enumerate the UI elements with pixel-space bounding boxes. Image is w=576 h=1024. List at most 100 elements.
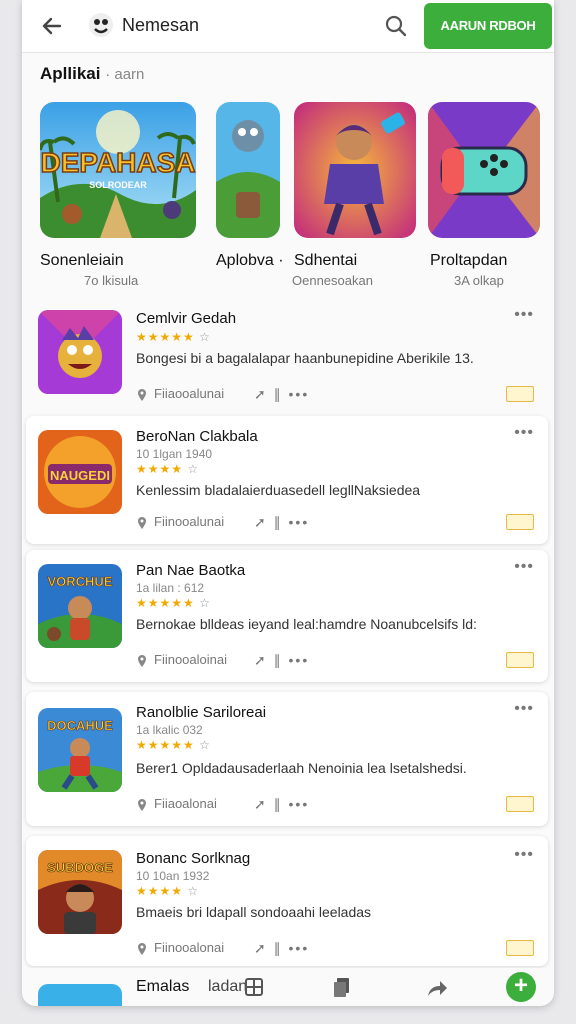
app-logo-icon	[89, 13, 113, 37]
list-item-4-art-text: DOCAHUE	[47, 718, 113, 733]
list-item-2-art-text: NAUGEDI	[50, 468, 110, 483]
list-item-1[interactable]: Cemlvir Gedah ★★★★★ ☆ Bongesi bi a bagal…	[26, 300, 548, 412]
list-item-3-location: Fiinooaloinai	[154, 652, 227, 667]
rating-empty-star-icon: ☆	[199, 330, 211, 344]
tag-badge-icon	[506, 386, 534, 402]
list-item-4-rating: ★★★★★ ☆	[136, 738, 211, 752]
rating-empty-star-icon: ☆	[199, 596, 211, 610]
featured-art-1-title: DEPAHASA	[40, 147, 195, 178]
location-pin-icon	[138, 389, 146, 401]
share-tab-icon[interactable]	[426, 978, 448, 998]
list-item-4-description: Berer1 Opldadausaderlaah Nenoinia lea ls…	[136, 760, 467, 776]
phone-screen: Nemesan AARUN RDBOH Apllikai · aarn DEPA…	[22, 0, 554, 1006]
list-item-5-location: Fiinooalonai	[154, 940, 225, 955]
list-item-2-title: BeroNan Clakbala	[136, 428, 258, 445]
location-pin-icon	[138, 655, 146, 667]
featured-sub-1: 7o lkisula	[84, 273, 139, 288]
list-item-5[interactable]: SUBDOGE Bonanc Sorlknag 10 10an 1932 ★★★…	[26, 836, 548, 966]
more-options-icon[interactable]: •••	[514, 306, 534, 324]
featured-art-2	[216, 102, 280, 238]
rating-empty-star-icon: ☆	[187, 462, 200, 476]
list-item-1-thumbnail	[38, 310, 122, 394]
share-actions-icon[interactable]: ➚ ∥ •••	[254, 796, 309, 813]
tag-badge-icon	[506, 796, 534, 812]
list-item-5-title: Bonanc Sorlknag	[136, 850, 251, 867]
featured-art-1-subtitle: SOLRODEAR	[89, 180, 147, 190]
partial-thumbnail	[38, 984, 122, 1006]
search-icon[interactable]	[384, 14, 408, 38]
featured-label-1: Sonenleiain	[40, 252, 124, 269]
list-item-5-art-text: SUBDOGE	[47, 860, 113, 875]
featured-sub-4: 3A olkap	[454, 273, 504, 288]
rating-stars: ★★★★	[136, 884, 184, 898]
share-actions-icon[interactable]: ➚ ∥ •••	[254, 940, 309, 957]
list-item-4[interactable]: DOCAHUE Ranolblie Sariloreai 1a lkalic 0…	[26, 692, 548, 826]
rating-stars: ★★★★	[136, 462, 184, 476]
list-item-1-rating: ★★★★★ ☆	[136, 330, 211, 344]
add-fab-button[interactable]: +	[506, 972, 536, 1002]
featured-label-4: Proltapdan	[430, 252, 508, 269]
list-item-2-thumbnail: NAUGEDI	[38, 430, 122, 514]
more-options-icon[interactable]: •••	[514, 424, 534, 442]
list-item-1-description: Bongesi bi a bagalalapar haanbunepidine …	[136, 350, 474, 366]
list-item-3-subtitle: 1a lilan : 612	[136, 581, 205, 595]
featured-tile-3[interactable]	[294, 102, 416, 238]
tag-badge-icon	[506, 940, 534, 956]
bottom-bar: Emalas ladan +	[22, 968, 554, 1006]
featured-art-3	[294, 102, 416, 238]
rating-stars: ★★★★★	[136, 738, 195, 752]
list-item-5-description: Bmaeis bri ldapall sondoaahi leeladas	[136, 904, 372, 920]
list-item-4-title: Ranolblie Sariloreai	[136, 704, 267, 721]
featured-sub-3: Oennesoakan	[292, 273, 373, 288]
header-action-button[interactable]: AARUN RDBOH	[424, 3, 552, 49]
location-pin-icon	[138, 943, 146, 955]
share-actions-icon[interactable]: ➚ ∥ •••	[254, 514, 309, 531]
copy-tab-icon[interactable]	[332, 976, 352, 998]
rating-stars: ★★★★★	[136, 330, 195, 344]
bottom-tab-label[interactable]: ladan	[208, 978, 247, 996]
featured-tile-2[interactable]	[216, 102, 280, 238]
location-pin-icon	[138, 517, 146, 529]
grid-tab-icon[interactable]	[244, 976, 264, 998]
list-item-3-rating: ★★★★★ ☆	[136, 596, 211, 610]
featured-art-4	[428, 102, 540, 238]
section-subtitle: · aarn	[105, 66, 145, 83]
featured-tile-1[interactable]: DEPAHASA SOLRODEAR	[40, 102, 196, 238]
section-title-text: Apllikai	[40, 64, 101, 83]
tag-badge-icon	[506, 652, 534, 668]
rating-stars: ★★★★★	[136, 596, 195, 610]
app-title: Nemesan	[122, 15, 200, 35]
more-options-icon[interactable]: •••	[514, 700, 534, 718]
app-bar: Nemesan AARUN RDBOH	[22, 0, 554, 53]
list-item-3-description: Bernokae blldeas ieyand leal:hamdre Noan…	[136, 616, 477, 632]
list-item-3-title: Pan Nae Baotka	[136, 562, 246, 579]
list-item-4-thumbnail: DOCAHUE	[38, 708, 122, 792]
list-item-5-rating: ★★★★ ☆	[136, 884, 199, 898]
back-arrow-icon[interactable]	[38, 12, 66, 40]
list-item-5-thumbnail: SUBDOGE	[38, 850, 122, 934]
list-item-1-title: Cemlvir Gedah	[136, 310, 237, 327]
list-item-2-rating: ★★★★ ☆	[136, 462, 199, 476]
share-actions-icon[interactable]: ➚ ∥ •••	[254, 386, 309, 403]
list-item-4-subtitle: 1a lkalic 032	[136, 723, 203, 737]
list-item-3-art-text: VORCHUE	[47, 574, 112, 589]
featured-label-3: Sdhentai	[294, 252, 358, 269]
more-options-icon[interactable]: •••	[514, 558, 534, 576]
list-item-1-location: Fiiaooalunai	[154, 386, 225, 401]
more-options-icon[interactable]: •••	[514, 846, 534, 864]
list-item-2[interactable]: NAUGEDI BeroNan Clakbala 10 1lgan 1940 ★…	[26, 416, 548, 544]
featured-tile-4[interactable]	[428, 102, 540, 238]
share-actions-icon[interactable]: ➚ ∥ •••	[254, 652, 309, 669]
tag-badge-icon	[506, 514, 534, 530]
list-item-4-location: Fiiaoalonai	[154, 796, 217, 811]
list-item-2-location: Fiinooalunai	[154, 514, 225, 529]
list-item-2-description: Kenlessim bladalaierduasedell legllNaksi…	[136, 482, 421, 498]
partial-item-title: Emalas	[136, 978, 190, 995]
rating-empty-star-icon: ☆	[187, 884, 200, 898]
featured-label-2: Aplobva ·	[216, 252, 284, 269]
list-item-2-subtitle: 10 1lgan 1940	[136, 447, 213, 461]
list-item-3[interactable]: VORCHUE Pan Nae Baotka 1a lilan : 612 ★★…	[26, 550, 548, 682]
featured-art-1: DEPAHASA SOLRODEAR	[40, 102, 196, 238]
section-title: Apllikai · aarn	[40, 64, 144, 84]
list-item-3-thumbnail: VORCHUE	[38, 564, 122, 648]
